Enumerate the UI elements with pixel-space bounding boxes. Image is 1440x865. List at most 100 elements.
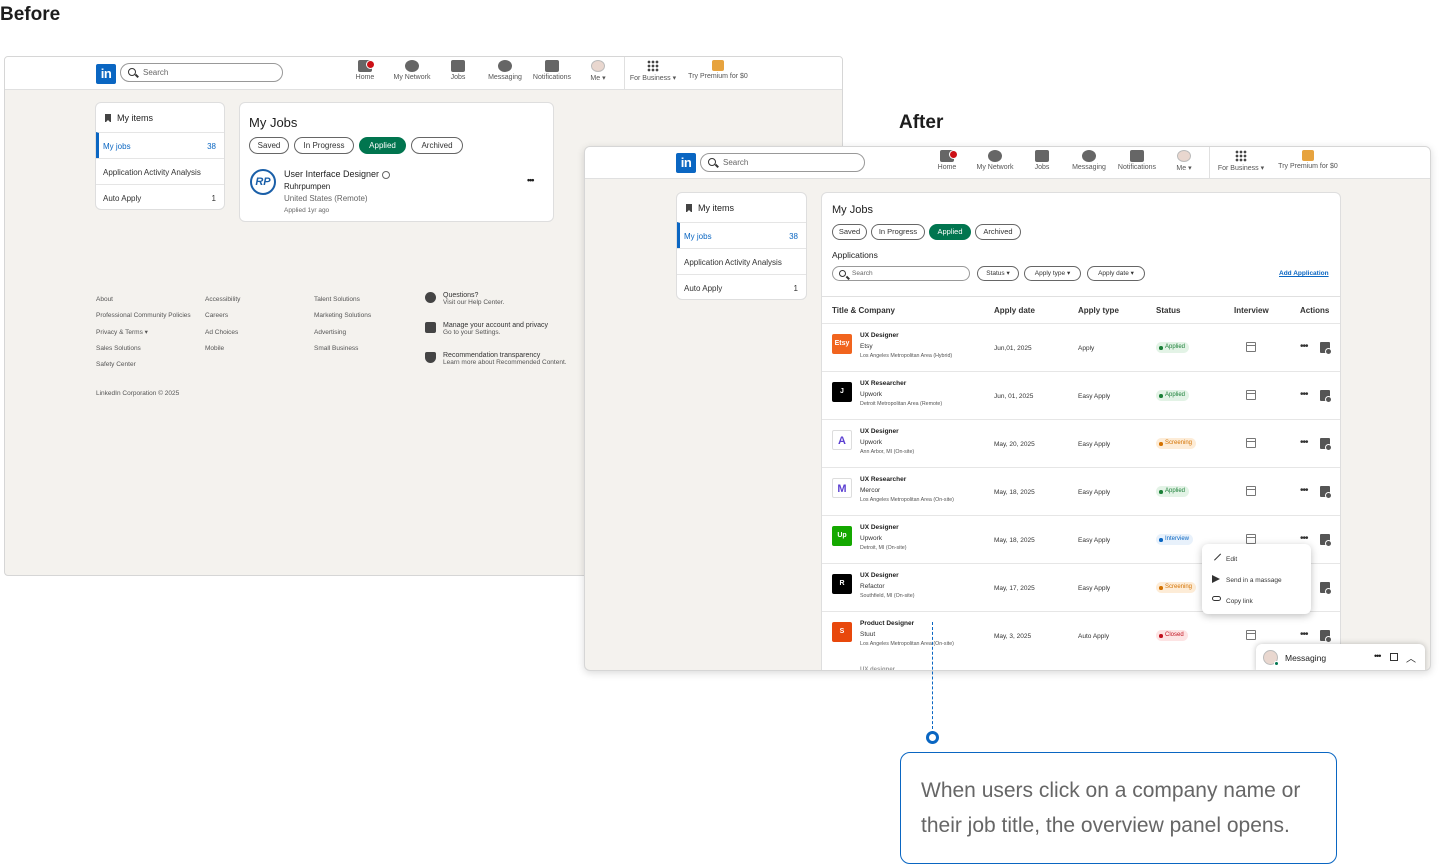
- sidebar-item-activity-analysis[interactable]: Application Activity Analysis: [677, 248, 806, 274]
- job-title[interactable]: UX Researcher: [860, 380, 906, 387]
- nav-premium[interactable]: Try Premium for $0: [687, 60, 749, 80]
- add-note-icon[interactable]: [1320, 486, 1332, 499]
- sidebar-item-auto-apply[interactable]: Auto Apply 1: [677, 274, 806, 300]
- nav-me[interactable]: Me ▾: [1161, 150, 1207, 172]
- menu-item-send-message[interactable]: Send in a massage: [1226, 577, 1282, 584]
- col-status[interactable]: Status: [1156, 306, 1180, 315]
- sidebar-item-my-jobs[interactable]: My jobs 38: [677, 222, 806, 248]
- nav-me[interactable]: Me ▾: [575, 60, 621, 82]
- job-title[interactable]: UX Researcher: [860, 476, 906, 483]
- calendar-icon[interactable]: [1246, 486, 1256, 496]
- company-logo[interactable]: M: [832, 478, 852, 498]
- nav-home[interactable]: Home: [924, 150, 970, 171]
- nav-home[interactable]: Home: [342, 60, 388, 81]
- company-name[interactable]: Mercor: [860, 487, 880, 494]
- company-name[interactable]: Stuut: [860, 631, 875, 638]
- table-row[interactable]: Etsy UX Designer Etsy Los Angeles Metropoli…: [822, 323, 1340, 371]
- help-settings[interactable]: Manage your account and privacy Go to you…: [443, 322, 548, 336]
- sidebar-item-activity-analysis[interactable]: Application Activity Analysis: [96, 158, 224, 184]
- job-title[interactable]: UX Designer: [860, 524, 899, 531]
- filter-apply-type[interactable]: Apply type ▾: [1024, 266, 1081, 281]
- messaging-bar[interactable]: Messaging ••• ︿: [1256, 644, 1425, 670]
- add-application-link[interactable]: Add Application: [1279, 270, 1329, 277]
- company-logo[interactable]: A: [832, 430, 852, 450]
- add-note-icon[interactable]: [1320, 582, 1332, 595]
- messaging-more-icon[interactable]: •••: [1374, 651, 1382, 661]
- chevron-up-icon[interactable]: ︿: [1406, 650, 1416, 665]
- calendar-icon[interactable]: [1246, 438, 1256, 448]
- footer-link[interactable]: Accessibility: [205, 292, 240, 308]
- company-name[interactable]: Etsy: [860, 343, 873, 350]
- more-options-icon[interactable]: •••: [1300, 342, 1308, 352]
- filter-apply-date[interactable]: Apply date ▾: [1087, 266, 1145, 281]
- more-options-icon[interactable]: •••: [1300, 486, 1308, 496]
- job-title[interactable]: UX Designer: [860, 332, 899, 339]
- tab-in-progress[interactable]: In Progress: [294, 137, 354, 154]
- footer-link[interactable]: About: [96, 292, 191, 308]
- company-logo[interactable]: Etsy: [832, 334, 852, 354]
- tab-saved[interactable]: Saved: [832, 224, 867, 240]
- sidebar-item-my-jobs[interactable]: My jobs 38: [96, 132, 224, 158]
- company-name[interactable]: Upwork: [860, 535, 882, 542]
- search-input[interactable]: Search: [700, 153, 865, 172]
- add-note-icon[interactable]: [1320, 342, 1332, 355]
- applications-search[interactable]: Search: [832, 266, 970, 281]
- footer-link[interactable]: Professional Community Policies: [96, 308, 191, 324]
- calendar-icon[interactable]: [1246, 630, 1256, 640]
- footer-link[interactable]: Small Business: [314, 341, 371, 357]
- add-note-icon[interactable]: [1320, 438, 1332, 451]
- job-title[interactable]: Product Designer: [860, 620, 914, 627]
- footer-link[interactable]: Marketing Solutions: [314, 308, 371, 324]
- more-options-icon[interactable]: •••: [1300, 630, 1308, 640]
- footer-link[interactable]: Careers: [205, 308, 240, 324]
- help-transparency[interactable]: Recommendation transparency Learn more ab…: [443, 352, 567, 366]
- col-actions[interactable]: Actions: [1300, 306, 1329, 315]
- footer-link[interactable]: Ad Choices: [205, 325, 240, 341]
- col-apply-type[interactable]: Apply type: [1078, 306, 1119, 315]
- footer-link[interactable]: Talent Solutions: [314, 292, 371, 308]
- table-row[interactable]: A UX Designer Upwork Ann Arbor, MI (On-site…: [822, 419, 1340, 467]
- job-title[interactable]: UX Designer: [860, 572, 899, 579]
- footer-link[interactable]: Safety Center: [96, 357, 191, 373]
- add-note-icon[interactable]: [1320, 534, 1332, 547]
- table-row[interactable]: M UX Researcher Mercor Los Angeles Metropol…: [822, 467, 1340, 515]
- tab-saved[interactable]: Saved: [249, 137, 289, 154]
- menu-item-edit[interactable]: Edit: [1226, 556, 1237, 563]
- nav-for-business[interactable]: For Business ▾: [627, 60, 679, 82]
- nav-network[interactable]: My Network: [389, 60, 435, 81]
- nav-for-business[interactable]: For Business ▾: [1214, 150, 1268, 172]
- help-questions[interactable]: Questions? Visit our Help Center.: [443, 292, 504, 306]
- linkedin-logo[interactable]: in: [676, 153, 696, 173]
- nav-premium[interactable]: Try Premium for $0: [1276, 150, 1340, 170]
- company-logo[interactable]: Up: [832, 526, 852, 546]
- more-options-icon[interactable]: •••: [1300, 438, 1308, 448]
- company-logo[interactable]: RP: [250, 169, 276, 195]
- company-logo[interactable]: J: [832, 382, 852, 402]
- sidebar-item-auto-apply[interactable]: Auto Apply 1: [96, 184, 224, 210]
- add-note-icon[interactable]: [1320, 630, 1332, 643]
- job-title[interactable]: UX Designer: [860, 428, 899, 435]
- search-input[interactable]: Search: [120, 63, 283, 82]
- footer-link[interactable]: Advertising: [314, 325, 371, 341]
- nav-network[interactable]: My Network: [972, 150, 1018, 171]
- tab-archived[interactable]: Archived: [975, 224, 1021, 240]
- col-title-company[interactable]: Title & Company: [832, 306, 895, 315]
- nav-jobs[interactable]: Jobs: [435, 60, 481, 81]
- linkedin-logo[interactable]: in: [96, 64, 116, 84]
- job-title[interactable]: User Interface Designer: [284, 169, 390, 179]
- compose-icon[interactable]: [1390, 653, 1398, 661]
- nav-jobs[interactable]: Jobs: [1019, 150, 1065, 171]
- table-row[interactable]: J UX Researcher Upwork Detroit Metropolitan…: [822, 371, 1340, 419]
- col-apply-date[interactable]: Apply date: [994, 306, 1035, 315]
- nav-messaging[interactable]: Messaging: [482, 60, 528, 81]
- tab-applied[interactable]: Applied: [929, 224, 971, 240]
- company-name[interactable]: Ruhrpumpen: [284, 182, 330, 191]
- footer-link[interactable]: Mobile: [205, 341, 240, 357]
- tab-in-progress[interactable]: In Progress: [871, 224, 925, 240]
- filter-status[interactable]: Status ▾: [977, 266, 1019, 281]
- calendar-icon[interactable]: [1246, 534, 1256, 544]
- nav-notifications[interactable]: Notifications: [527, 60, 577, 81]
- calendar-icon[interactable]: [1246, 342, 1256, 352]
- tab-archived[interactable]: Archived: [411, 137, 463, 154]
- calendar-icon[interactable]: [1246, 390, 1256, 400]
